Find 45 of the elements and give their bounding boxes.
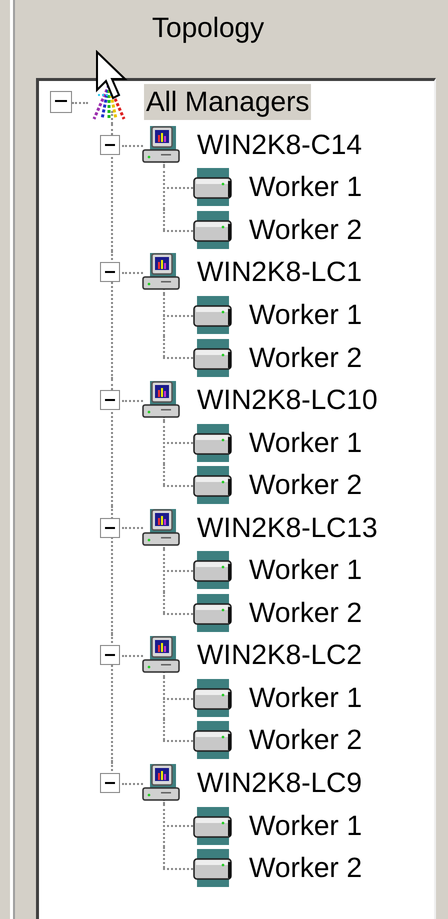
tree-item[interactable]: Worker 1 — [247, 169, 364, 206]
tree-item[interactable]: Worker 1 — [247, 680, 364, 716]
computer-icon — [141, 380, 181, 420]
server-icon — [193, 592, 233, 633]
collapse-toggle[interactable] — [100, 518, 120, 538]
server-icon — [193, 210, 233, 250]
tree-item[interactable]: Worker 2 — [247, 467, 364, 504]
tree-item[interactable]: WIN2K8-LC1 — [195, 254, 364, 290]
computer-icon — [141, 508, 181, 548]
tree-item[interactable]: Worker 2 — [247, 722, 364, 758]
collapse-toggle[interactable] — [100, 134, 120, 155]
server-icon — [193, 806, 233, 846]
tree-item[interactable]: Worker 1 — [247, 552, 364, 588]
computer-icon — [141, 252, 181, 292]
server-icon — [193, 465, 233, 506]
tree-item[interactable]: WIN2K8-C14 — [195, 126, 364, 163]
tree-item[interactable]: Worker 1 — [247, 808, 364, 844]
server-icon — [193, 295, 233, 335]
tree-item[interactable]: Worker 1 — [247, 424, 364, 461]
tree-item[interactable]: WIN2K8-LC10 — [195, 382, 380, 418]
collapse-toggle[interactable] — [100, 390, 120, 410]
server-icon — [193, 848, 233, 888]
tree-item[interactable]: Worker 2 — [247, 594, 364, 631]
tree-item[interactable]: WIN2K8-LC13 — [195, 510, 380, 546]
collapse-toggle[interactable] — [50, 91, 72, 114]
server-icon — [193, 550, 233, 590]
server-icon — [193, 720, 233, 760]
tree-item[interactable]: WIN2K8-LC9 — [195, 765, 364, 802]
server-icon — [193, 167, 233, 208]
collapse-toggle[interactable] — [100, 773, 120, 794]
computer-icon — [141, 763, 181, 804]
computer-icon — [141, 124, 181, 165]
server-icon — [193, 338, 233, 378]
server-icon — [193, 678, 233, 718]
tree-item[interactable]: All Managers — [144, 84, 312, 120]
tree-item[interactable]: Worker 2 — [247, 850, 364, 886]
tree-item[interactable]: Worker 2 — [247, 212, 364, 248]
panel-title: Topology — [152, 11, 264, 45]
tree-item[interactable]: Worker 2 — [247, 340, 364, 376]
collapse-toggle[interactable] — [100, 262, 120, 282]
tree-item[interactable]: WIN2K8-LC2 — [195, 637, 364, 674]
tree-item[interactable]: Worker 1 — [247, 297, 364, 333]
collapse-toggle[interactable] — [100, 645, 120, 666]
computer-icon — [141, 635, 181, 676]
server-icon — [193, 422, 233, 463]
